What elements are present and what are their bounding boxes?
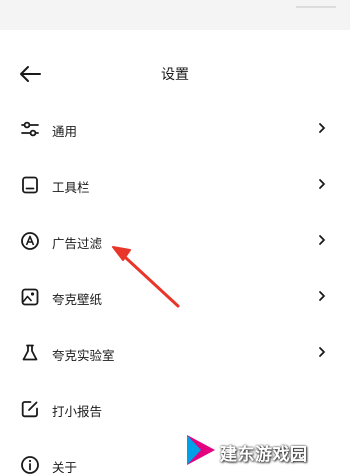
settings-item-label: 关于 [52,460,78,475]
settings-item-lab[interactable]: 夸克实验室 [0,327,350,383]
ad-block-icon [21,232,39,250]
toolbar-icon [22,176,38,194]
edit-report-icon [21,401,38,418]
settings-item-ad-filter[interactable]: 广告过滤 [0,215,350,271]
settings-item-label: 通用 [52,124,78,139]
settings-item-general[interactable]: 通用 [0,103,350,159]
chevron-right-icon [319,291,325,301]
chevron-right-icon [319,347,325,357]
settings-item-toolbar[interactable]: 工具栏 [0,159,350,215]
settings-item-label: 夸克实验室 [52,348,115,363]
watermark-logo-icon [187,435,215,465]
status-bar [0,0,350,30]
wallpaper-icon [21,288,39,306]
settings-item-label: 夸克壁纸 [52,292,103,307]
settings-item-wallpaper[interactable]: 夸克壁纸 [0,271,350,327]
settings-page: 设置 通用 工具栏 广告过滤 夸克壁纸 夸克实验室 打小报告 关于 [0,30,350,476]
settings-list: 通用 工具栏 广告过滤 夸克壁纸 夸克实验室 打小报告 关于 [0,103,350,476]
chevron-right-icon [319,179,325,189]
status-bar-indicator [296,6,336,8]
settings-item-label: 广告过滤 [52,236,103,251]
sliders-icon [21,121,39,137]
watermark-text: 建东游戏园 [220,445,308,465]
chevron-right-icon [319,235,325,245]
info-icon [21,456,39,474]
settings-item-label: 打小报告 [52,404,103,419]
chevron-right-icon [319,123,325,133]
watermark: 建东游戏园 [184,430,350,470]
flask-icon [22,344,38,361]
page-title: 设置 [161,67,189,83]
settings-item-label: 工具栏 [52,180,90,195]
